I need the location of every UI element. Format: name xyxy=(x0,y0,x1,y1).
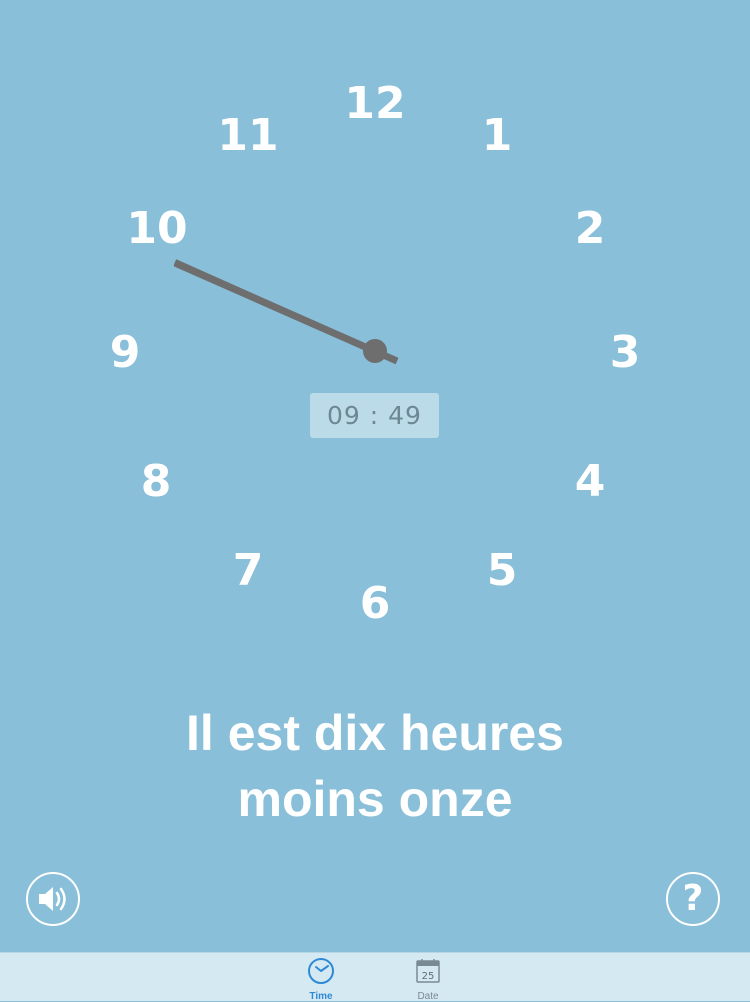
digital-time-display: 09 : 49 xyxy=(310,393,439,438)
tab-date-label: Date xyxy=(417,991,439,1002)
tab-date[interactable]: 25 Date xyxy=(398,957,458,1002)
clock-center-pivot xyxy=(363,339,387,363)
speaker-icon xyxy=(39,887,66,911)
minute-hand[interactable] xyxy=(173,259,399,364)
tab-time-label: Time xyxy=(309,991,333,1002)
tab-time[interactable]: Time xyxy=(291,957,351,1002)
time-phrase-line-1: Il est dix heures xyxy=(186,705,564,761)
time-phrase: Il est dix heures moins onze xyxy=(50,700,700,832)
tab-bar: Time 25 Date xyxy=(0,952,750,1002)
help-button[interactable]: ? xyxy=(666,872,720,926)
help-icon: ? xyxy=(682,878,704,919)
calendar-icon-day: 25 xyxy=(422,971,435,982)
time-phrase-line-2: moins onze xyxy=(237,771,513,827)
calendar-icon: 25 xyxy=(416,959,440,983)
clock-screen: 12 1 2 3 4 5 6 7 8 9 10 11 09 : 49 Il es… xyxy=(0,0,750,952)
clock-icon xyxy=(308,958,334,984)
speak-button[interactable] xyxy=(26,872,80,926)
